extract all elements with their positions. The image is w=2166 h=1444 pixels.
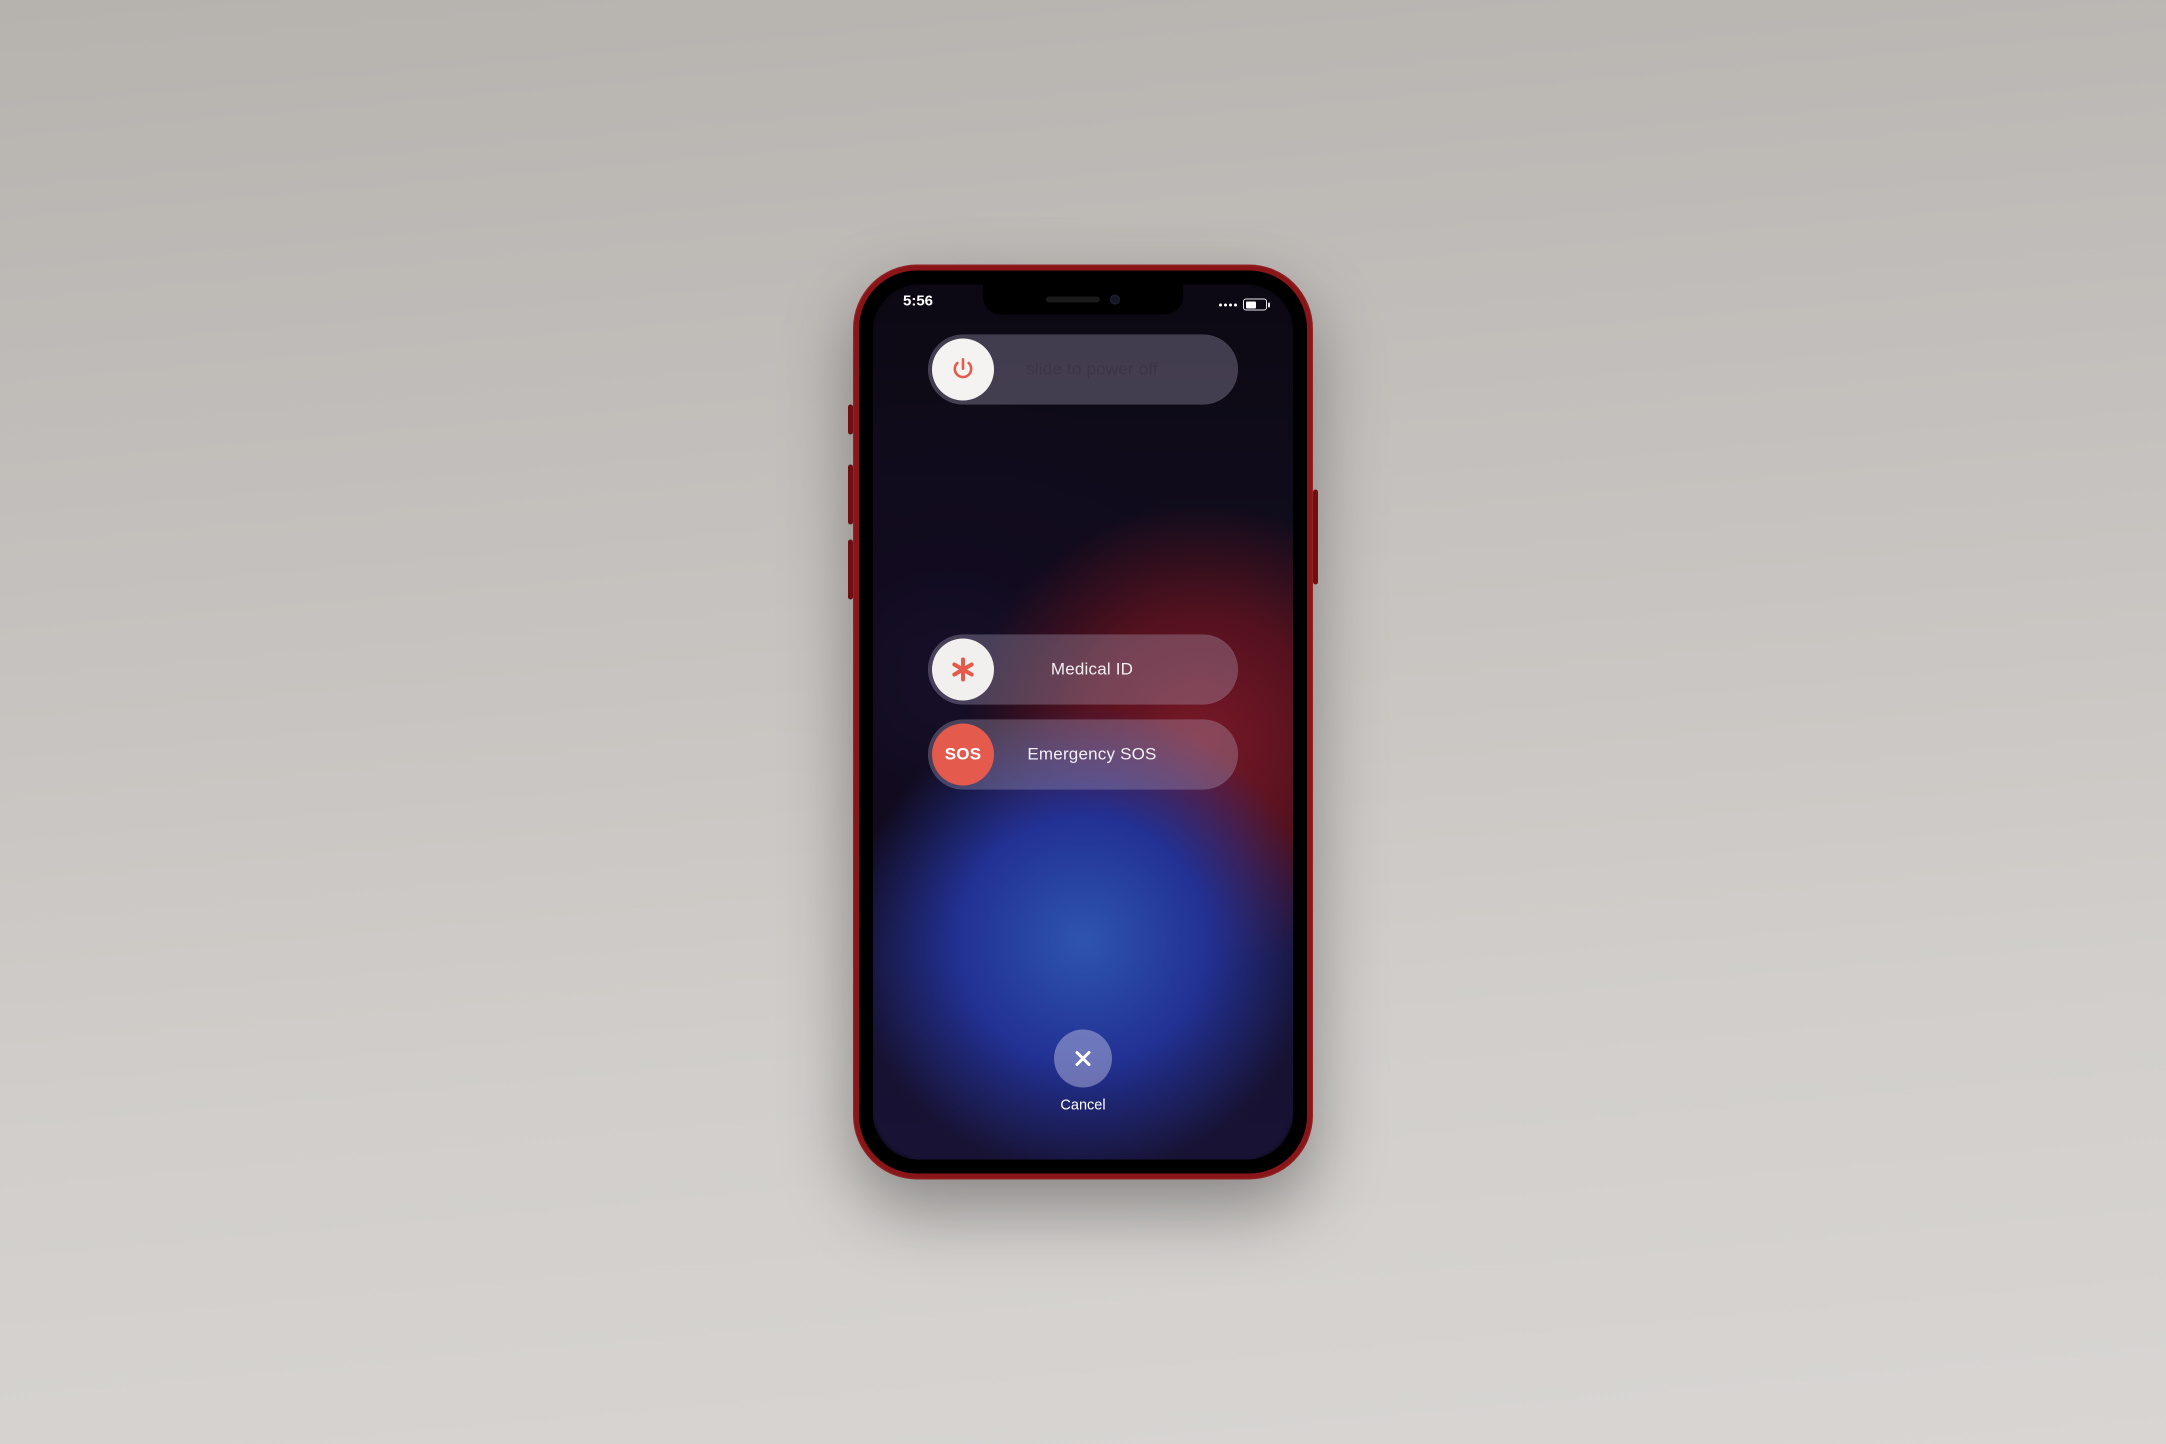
cellular-dots-icon	[1219, 303, 1237, 306]
iphone-device: 5:56	[853, 265, 1313, 1180]
volume-up-button[interactable]	[848, 465, 853, 525]
mute-switch[interactable]	[848, 405, 853, 435]
status-time: 5:56	[897, 293, 933, 317]
phone-bezel: 5:56	[859, 271, 1307, 1174]
close-icon	[1071, 1047, 1095, 1071]
phone-screen: 5:56	[873, 285, 1293, 1160]
battery-icon	[1243, 299, 1267, 311]
cancel-label: Cancel	[1060, 1098, 1105, 1114]
front-camera	[1110, 295, 1120, 305]
volume-down-button[interactable]	[848, 540, 853, 600]
emergency-sos-slider[interactable]: SOS Emergency SOS	[928, 720, 1238, 790]
side-button[interactable]	[1313, 490, 1318, 585]
power-off-label: slide to power off	[998, 360, 1238, 380]
sos-knob-text: SOS	[945, 745, 982, 765]
power-icon	[949, 356, 977, 384]
medical-id-slider[interactable]: Medical ID	[928, 635, 1238, 705]
medical-id-label: Medical ID	[998, 660, 1238, 680]
cancel-button[interactable]	[1054, 1030, 1112, 1088]
earpiece-speaker	[1046, 297, 1100, 303]
medical-id-knob[interactable]	[932, 639, 994, 701]
power-off-slider[interactable]: slide to power off	[928, 335, 1238, 405]
emergency-sos-label: Emergency SOS	[998, 745, 1238, 765]
power-off-knob[interactable]	[932, 339, 994, 401]
medical-asterisk-icon	[948, 655, 978, 685]
sos-knob[interactable]: SOS	[932, 724, 994, 786]
notch	[983, 285, 1183, 315]
